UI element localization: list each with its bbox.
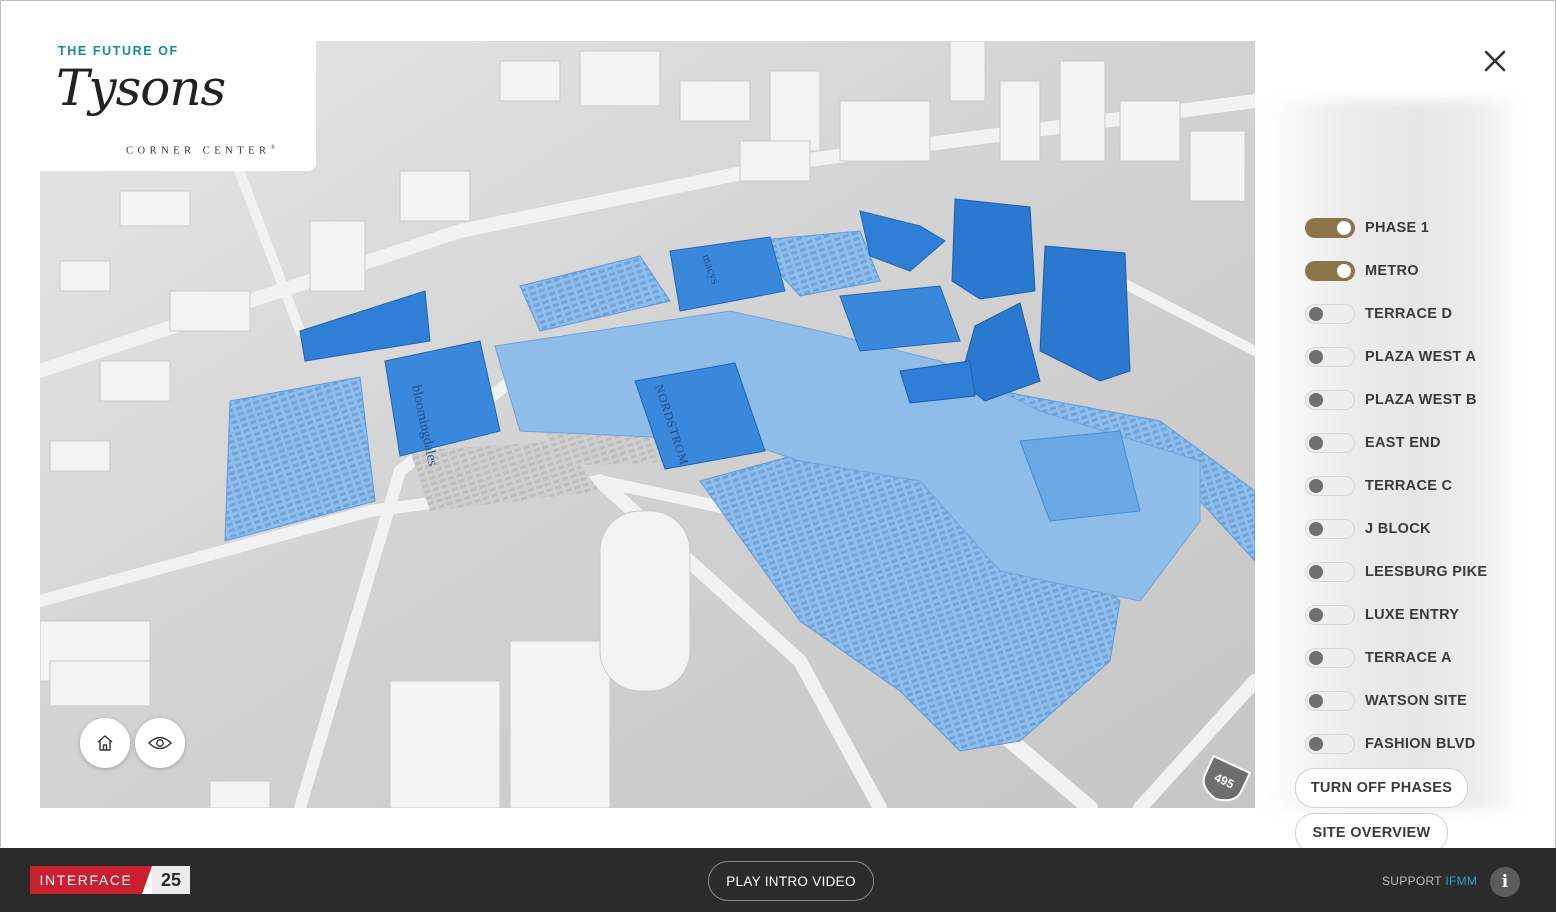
toggle-metro[interactable]: METRO [1305,259,1525,302]
toggle-knob [1337,221,1351,235]
toggle-east-end[interactable]: EAST END [1305,431,1525,474]
toggle-knob [1309,479,1323,493]
toggle-switch[interactable] [1305,261,1355,281]
logo-wordmark: Tysons [56,59,226,117]
info-button[interactable]: i [1490,867,1520,897]
toggle-knob [1309,565,1323,579]
phase-toggle-list: PHASE 1 METRO TERRACE D PLAZA WEST A PLA… [1305,216,1525,775]
support-ifmm: IFMM [1445,874,1478,888]
toggle-knob [1309,350,1323,364]
toggle-label: TERRACE C [1365,478,1453,494]
info-icon: i [1501,872,1509,892]
toggle-label: EAST END [1365,435,1441,451]
toggle-label: J BLOCK [1365,521,1431,537]
toggle-knob [1309,694,1323,708]
toggle-switch[interactable] [1305,562,1355,582]
toggle-label: LEESBURG PIKE [1365,564,1488,580]
toggle-knob [1337,264,1351,278]
toggle-switch[interactable] [1305,476,1355,496]
toggle-label: TERRACE D [1365,306,1453,322]
toggle-label: FASHION BLVD [1365,736,1476,752]
close-button[interactable] [1477,43,1513,79]
interface-logo: INTERFACE 25 [30,866,190,894]
eye-icon [148,736,172,750]
toggle-luxe-entry[interactable]: LUXE ENTRY [1305,603,1525,646]
logo-divider [142,866,152,894]
toggle-switch[interactable] [1305,734,1355,754]
toggle-switch[interactable] [1305,390,1355,410]
support-link[interactable]: SUPPORT IFMM [1382,874,1477,888]
view-toggle-button[interactable] [135,718,185,768]
home-icon [97,735,113,751]
interface-logo-25: 25 [152,866,190,894]
center-block[interactable] [839,285,961,352]
logo-kicker: THE FUTURE OF [58,44,179,58]
close-icon [1484,50,1506,72]
toggle-switch[interactable] [1305,605,1355,625]
toggle-switch[interactable] [1305,347,1355,367]
turn-off-phases-button[interactable]: TURN OFF PHASES [1295,768,1468,808]
logo-registered: ® [270,145,276,151]
toggle-label: LUXE ENTRY [1365,607,1460,623]
toggle-knob [1309,307,1323,321]
logo-subtitle: CORNER CENTER® [126,145,275,157]
toggle-label: TERRACE A [1365,650,1452,666]
toggle-watson-site[interactable]: WATSON SITE [1305,689,1525,732]
home-button[interactable] [80,718,130,768]
toggle-knob [1309,436,1323,450]
toggle-label: PHASE 1 [1365,220,1430,236]
toggle-switch[interactable] [1305,519,1355,539]
toggle-label: PLAZA WEST B [1365,392,1477,408]
toggle-knob [1309,522,1323,536]
logo-subtitle-text: CORNER CENTER [126,145,271,157]
toggle-knob [1309,608,1323,622]
toggle-knob [1309,737,1323,751]
toggle-terrace-a[interactable]: TERRACE A [1305,646,1525,689]
toggle-switch[interactable] [1305,433,1355,453]
play-intro-video-button[interactable]: PLAY INTRO VIDEO [708,861,874,901]
toggle-plaza-west-a[interactable]: PLAZA WEST A [1305,345,1525,388]
toggle-switch[interactable] [1305,691,1355,711]
toggle-j-block[interactable]: J BLOCK [1305,517,1525,560]
bottom-bar: INTERFACE 25 PLAY INTRO VIDEO SUPPORT IF… [0,848,1556,912]
tysons-logo-card: THE FUTURE OF Tysons CORNER CENTER® [40,41,316,171]
toggle-label: WATSON SITE [1365,693,1468,709]
interface-logo-text: INTERFACE [30,866,142,894]
toggle-knob [1309,393,1323,407]
toggle-switch[interactable] [1305,304,1355,324]
toggle-terrace-c[interactable]: TERRACE C [1305,474,1525,517]
toggle-plaza-west-b[interactable]: PLAZA WEST B [1305,388,1525,431]
toggle-switch[interactable] [1305,218,1355,238]
toggle-phase-1[interactable]: PHASE 1 [1305,216,1525,259]
toggle-label: PLAZA WEST A [1365,349,1477,365]
tower-1[interactable] [951,198,1036,300]
toggle-label: METRO [1365,263,1419,279]
toggle-leesburg-pike[interactable]: LEESBURG PIKE [1305,560,1525,603]
toggle-switch[interactable] [1305,648,1355,668]
support-label: SUPPORT [1382,874,1442,888]
toggle-knob [1309,651,1323,665]
toggle-terrace-d[interactable]: TERRACE D [1305,302,1525,345]
site-overview-button[interactable]: SITE OVERVIEW [1295,813,1448,853]
